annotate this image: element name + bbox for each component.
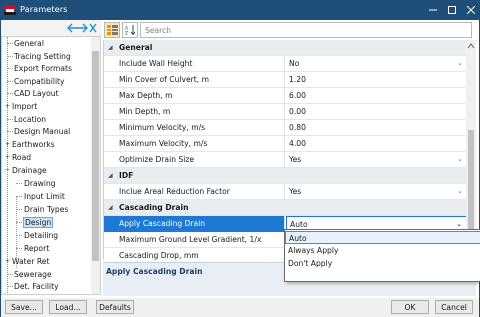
property-row-areal-reduction-factor[interactable]: Inclue Areal Reduction Factor Yes ⌄ [104, 184, 466, 200]
category-collapse-icon[interactable]: ◢ [108, 204, 113, 211]
collapse-icon[interactable]: − [4, 166, 11, 174]
dropdown-option-always-apply[interactable]: Always Apply [285, 244, 480, 257]
property-row-maximum-velocity[interactable]: Maximum Velocity, m/s 4.00 [104, 136, 466, 152]
tree-item-location[interactable]: Location [13, 113, 47, 125]
tree-item-drainage[interactable]: − Drainage [4, 164, 48, 176]
tree-header [1, 20, 101, 36]
dialog-body: General Tracing Setting Export Formats C… [0, 20, 480, 317]
expand-icon[interactable]: + [4, 102, 11, 110]
app-icon [4, 5, 16, 15]
close-button[interactable] [461, 0, 480, 20]
expand-icon[interactable]: + [4, 257, 11, 265]
ok-button[interactable]: OK [391, 300, 429, 314]
tree-item-earthworks[interactable]: + Earthworks [4, 138, 56, 150]
chevron-down-icon[interactable]: ⌄ [457, 59, 463, 67]
category-idf[interactable]: ◢ IDF [104, 168, 466, 184]
tree-item-det-facility[interactable]: Det. Facility [13, 280, 60, 292]
description-title: Apply Cascading Drain [106, 267, 203, 276]
property-row-minimum-velocity[interactable]: Minimum Velocity, m/s 0.80 [104, 120, 466, 136]
tree-item-input-limit[interactable]: Input Limit [23, 190, 66, 202]
property-value[interactable]: No ⌄ [286, 56, 466, 72]
close-icon [466, 6, 475, 14]
property-value[interactable]: 0.00 [286, 104, 466, 120]
defaults-button[interactable]: Defaults [96, 300, 134, 314]
tree-item-road[interactable]: + Road [4, 151, 32, 163]
tree-item-cad-layout[interactable]: CAD Layout [13, 87, 60, 99]
tree-item-drain-types[interactable]: Drain Types [23, 203, 69, 215]
maximize-button[interactable] [442, 0, 461, 20]
property-row-max-depth[interactable]: Max Depth, m 6.00 [104, 88, 466, 104]
chevron-down-icon[interactable]: ⌄ [456, 220, 462, 228]
dropdown-option-auto[interactable]: Auto [285, 231, 480, 244]
maximize-icon [447, 6, 456, 14]
tree-item-water-ret[interactable]: + Water Ret [4, 255, 50, 267]
grid-toolbar: A Z Search [104, 22, 476, 39]
tree-item-detailing[interactable]: Detailing [23, 229, 59, 241]
tree-item-drawing[interactable]: Drawing [23, 177, 57, 189]
tree-scroll-thumb[interactable] [92, 51, 99, 261]
property-value[interactable]: 4.00 [286, 136, 466, 152]
tree-item-import[interactable]: + Import [4, 100, 38, 112]
grid-scrollbar[interactable] [466, 40, 476, 260]
property-row-min-depth[interactable]: Min Depth, m 0.00 [104, 104, 466, 120]
svg-text:Z: Z [125, 31, 128, 36]
tree-item-sewerage[interactable]: Sewerage [13, 268, 53, 280]
property-value[interactable]: 0.80 [286, 120, 466, 136]
tree-item-design[interactable]: Design [23, 216, 54, 228]
property-value[interactable]: 6.00 [286, 88, 466, 104]
minimize-button[interactable] [423, 0, 442, 20]
title-bar: Parameters [0, 0, 480, 20]
category-collapse-icon[interactable]: ◢ [108, 172, 113, 179]
dropdown-option-dont-apply[interactable]: Don't Apply [285, 257, 480, 270]
save-button[interactable]: Save... [5, 300, 43, 314]
categorized-icon [106, 25, 118, 35]
tree-item-general[interactable]: General [13, 37, 45, 49]
chevron-down-icon[interactable]: ⌄ [457, 187, 463, 195]
search-field[interactable]: Search [140, 22, 472, 38]
property-row-optimize-drain-size[interactable]: Optimize Drain Size Yes ⌄ [104, 152, 466, 168]
category-general[interactable]: ◢ General [104, 40, 466, 56]
expand-icon[interactable]: + [4, 153, 11, 161]
load-button[interactable]: Load... [49, 300, 87, 314]
property-value[interactable]: Yes ⌄ [286, 184, 466, 200]
tree-scrollbar[interactable] [91, 37, 100, 294]
tree-item-design-manual[interactable]: Design Manual [13, 125, 71, 137]
expand-icon[interactable]: + [4, 140, 11, 148]
property-row-min-cover-culvert[interactable]: Min Cover of Culvert, m 1.20 [104, 72, 466, 88]
scroll-up-icon[interactable] [466, 42, 476, 50]
window-title: Parameters [20, 4, 68, 14]
property-value[interactable]: Yes ⌄ [286, 152, 466, 168]
cancel-button[interactable]: Cancel [435, 300, 473, 314]
category-tree: General Tracing Setting Export Formats C… [1, 36, 101, 295]
tree-item-report[interactable]: Report [23, 242, 50, 254]
property-row-include-wall-height[interactable]: Include Wall Height No ⌄ [104, 56, 466, 72]
categorized-view-button[interactable] [104, 22, 120, 38]
tree-item-tracing-setting[interactable]: Tracing Setting [13, 50, 72, 62]
minimize-icon [428, 9, 437, 11]
collapse-panel-icon[interactable] [65, 21, 99, 35]
dropdown-list: Auto Always Apply Don't Apply [284, 229, 480, 282]
category-cascading-drain[interactable]: ◢ Cascading Drain [104, 200, 466, 216]
alphabetical-view-button[interactable]: A Z [122, 22, 138, 38]
property-grid: ◢ General Include Wall Height No ⌄ Min Co… [103, 40, 466, 260]
button-bar: Save... Load... Defaults OK Cancel [1, 298, 479, 317]
search-placeholder: Search [145, 26, 172, 35]
sort-az-icon: A Z [125, 25, 135, 36]
chevron-down-icon[interactable]: ⌄ [457, 155, 463, 163]
tree-item-compatibility[interactable]: Compatibility [13, 75, 66, 87]
category-collapse-icon[interactable]: ◢ [108, 44, 113, 51]
property-value[interactable]: 1.20 [286, 72, 466, 88]
tree-item-export-formats[interactable]: Export Formats [13, 62, 73, 74]
